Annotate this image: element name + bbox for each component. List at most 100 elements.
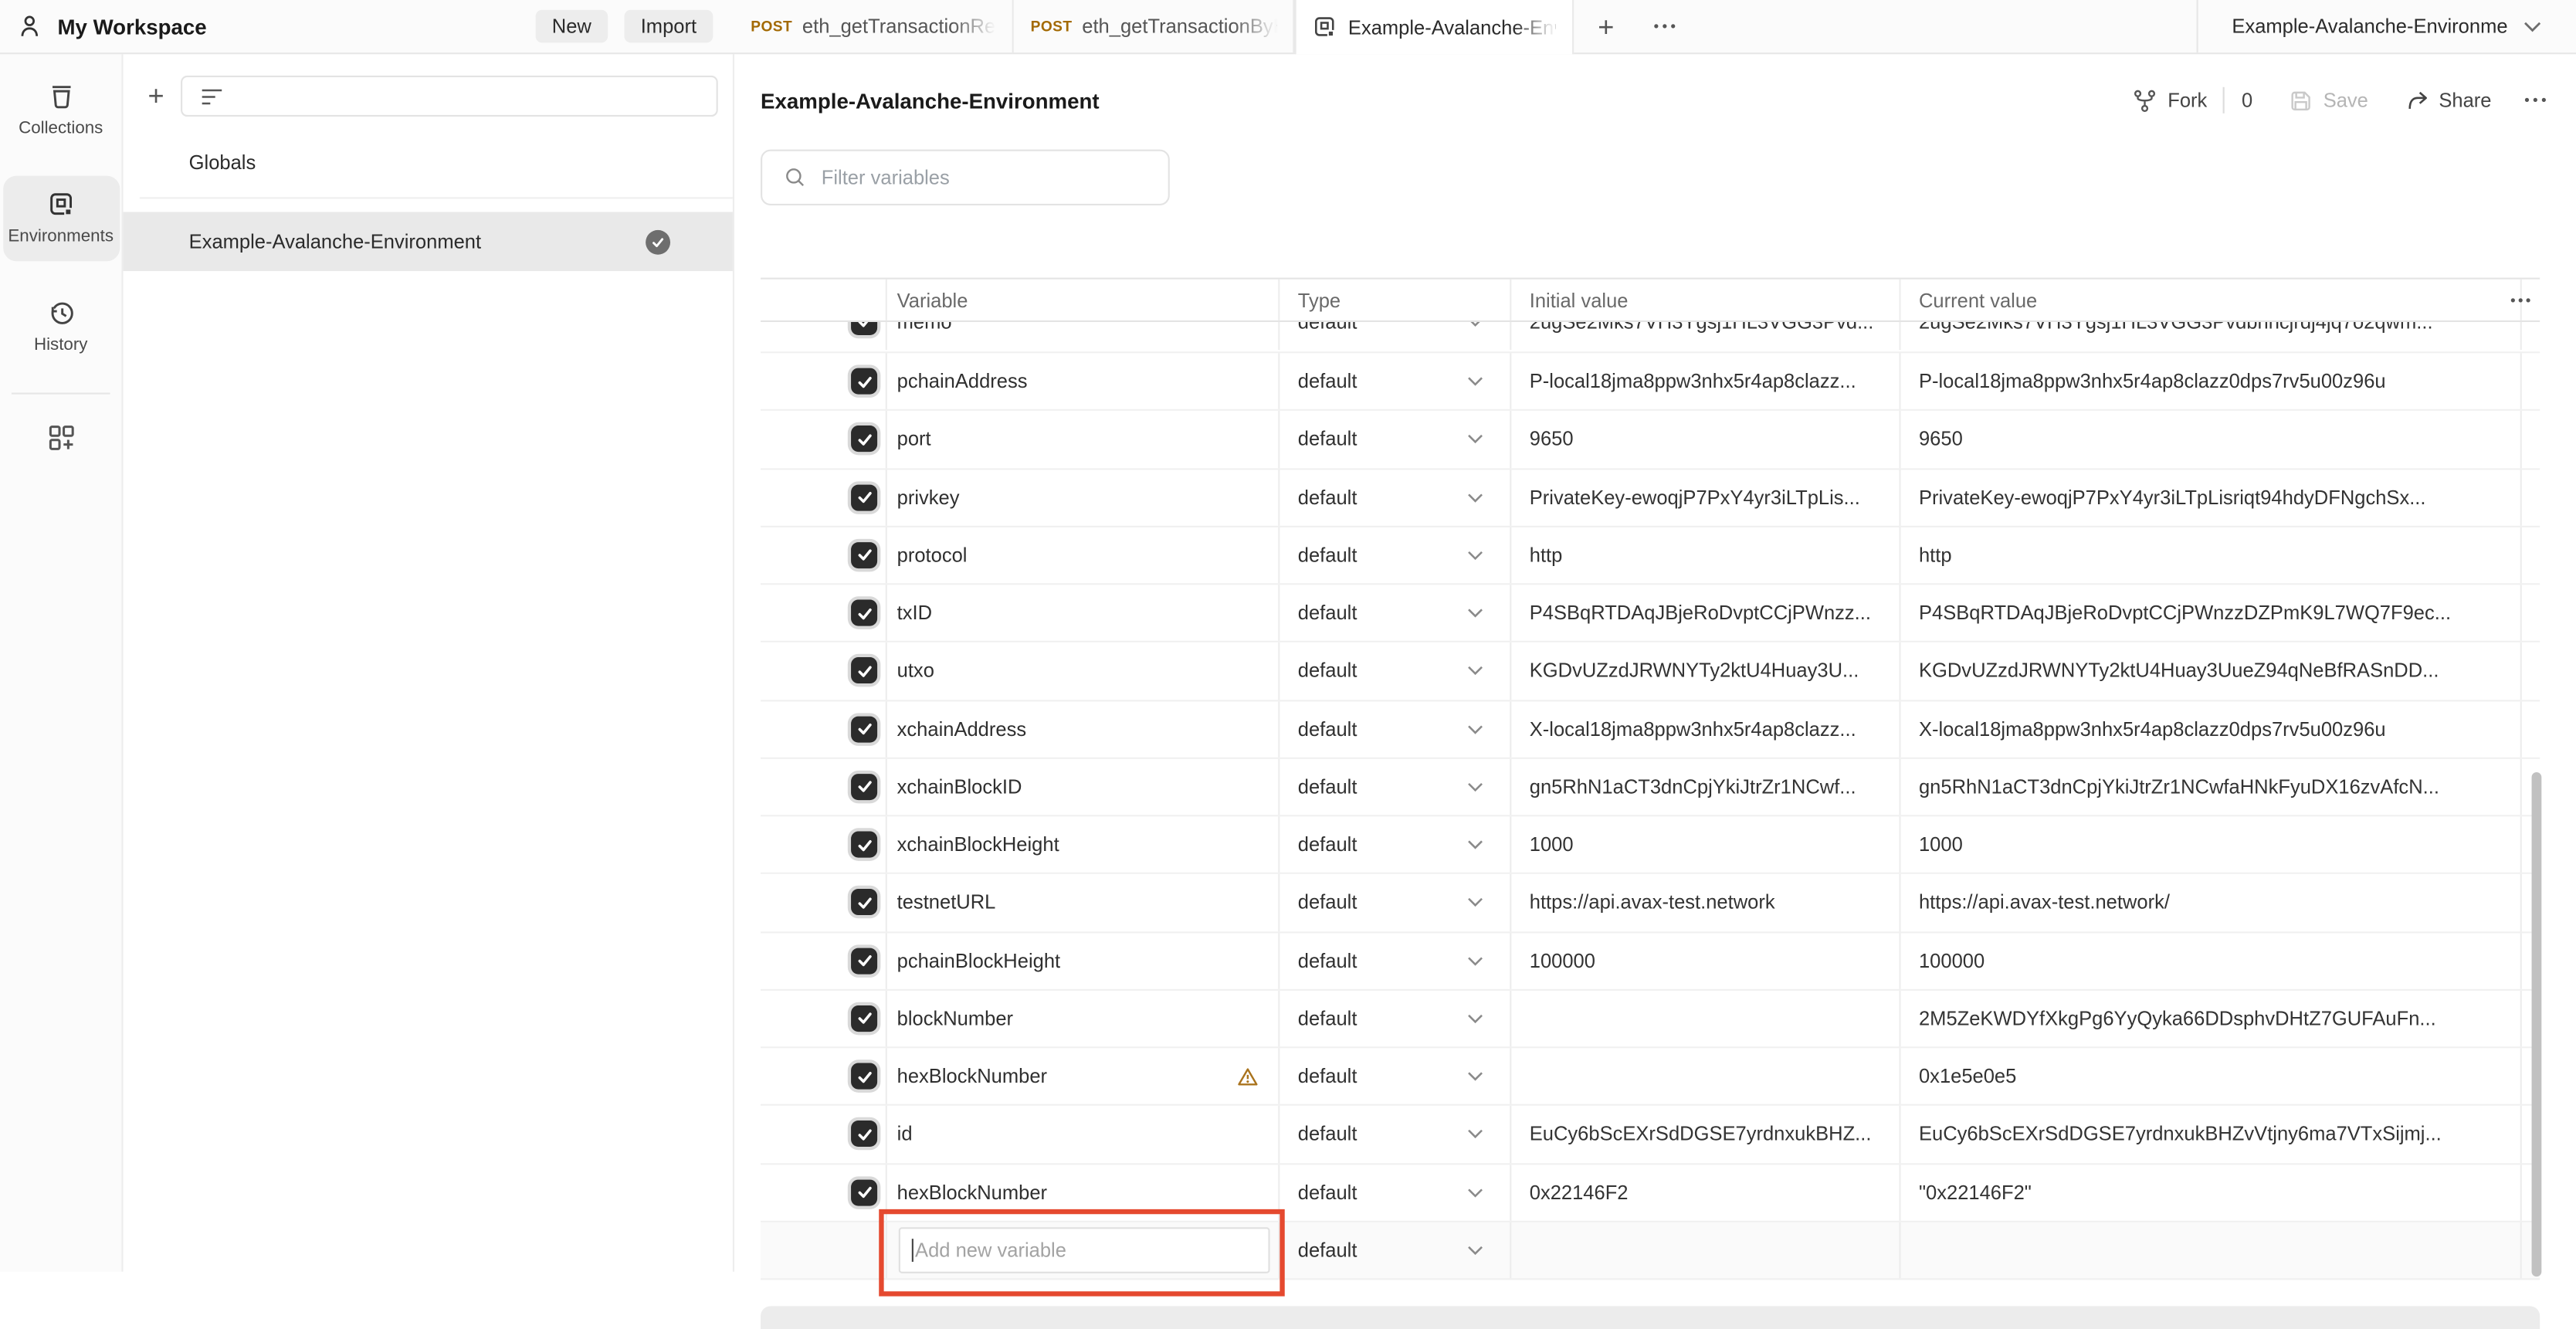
initial-value-cell[interactable]: 9650 bbox=[1511, 411, 1900, 467]
current-value-cell[interactable] bbox=[1901, 1222, 2522, 1278]
variable-type-dropdown[interactable]: default bbox=[1280, 700, 1511, 757]
save-button[interactable]: Save bbox=[2289, 88, 2368, 113]
initial-value-cell[interactable] bbox=[1511, 990, 1900, 1046]
row-checkbox[interactable] bbox=[851, 716, 877, 742]
sidebar-item-environments[interactable]: Environments bbox=[2, 176, 119, 262]
row-checkbox[interactable] bbox=[851, 832, 877, 858]
variable-type-dropdown[interactable]: default bbox=[1280, 816, 1511, 873]
table-options-icon[interactable]: ••• bbox=[2510, 292, 2534, 308]
initial-value-cell[interactable]: gn5RhN1aCT3dnCpjYkiJtrZr1NCwf... bbox=[1511, 758, 1900, 815]
row-checkbox[interactable] bbox=[851, 322, 877, 334]
current-value-cell[interactable]: PrivateKey-ewoqjP7PxY4yr3iLTpLisriqt94hd… bbox=[1901, 469, 2522, 525]
share-button[interactable]: Share bbox=[2405, 88, 2492, 113]
current-value-cell[interactable]: http bbox=[1901, 527, 2522, 583]
variable-type-dropdown[interactable]: default bbox=[1280, 411, 1511, 467]
initial-value-cell[interactable]: X-local18jma8ppw3nhx5r4ap8clazz... bbox=[1511, 700, 1900, 757]
initial-value-cell[interactable]: https://api.avax-test.network bbox=[1511, 874, 1900, 931]
variable-name-cell[interactable]: id bbox=[887, 1106, 1280, 1162]
initial-value-cell[interactable]: http bbox=[1511, 527, 1900, 583]
tab-request-2[interactable]: POST eth_getTransactionByHa bbox=[1014, 0, 1293, 53]
variable-type-dropdown[interactable]: default bbox=[1280, 1106, 1511, 1162]
initial-value-cell[interactable]: 1000 bbox=[1511, 816, 1900, 873]
initial-value-cell[interactable]: PrivateKey-ewoqjP7PxY4yr3iLTpLis... bbox=[1511, 469, 1900, 525]
current-value-cell[interactable]: 9650 bbox=[1901, 411, 2522, 467]
initial-value-cell[interactable]: KGDvUZzdJRWNYTy2ktU4Huay3U... bbox=[1511, 642, 1900, 699]
add-environment-button[interactable]: + bbox=[147, 82, 164, 110]
current-value-cell[interactable]: https://api.avax-test.network/ bbox=[1901, 874, 2522, 931]
variable-name-cell[interactable]: pchainAddress bbox=[887, 353, 1280, 409]
row-checkbox[interactable] bbox=[851, 600, 877, 626]
globals-item[interactable]: Globals bbox=[124, 117, 733, 197]
current-value-cell[interactable]: "0x22146F2" bbox=[1901, 1164, 2522, 1220]
configure-workspace-icon[interactable] bbox=[0, 422, 121, 453]
environment-selector[interactable]: Example-Avalanche-Environme bbox=[2197, 0, 2576, 53]
row-checkbox[interactable] bbox=[851, 1179, 877, 1205]
new-tab-icon[interactable]: + bbox=[1598, 12, 1614, 40]
active-environment-check-icon[interactable] bbox=[646, 229, 670, 254]
current-value-cell[interactable]: gn5RhN1aCT3dnCpjYkiJtrZr1NCwfaHNkFyuDX16… bbox=[1901, 758, 2522, 815]
variable-name-cell[interactable]: privkey bbox=[887, 469, 1280, 525]
current-value-cell[interactable]: X-local18jma8ppw3nhx5r4ap8clazz0dps7rv5u… bbox=[1901, 700, 2522, 757]
variable-name-cell[interactable]: xchainBlockHeight bbox=[887, 816, 1280, 873]
current-value-cell[interactable]: 100000 bbox=[1901, 932, 2522, 988]
add-variable-input[interactable]: Add new variable bbox=[899, 1227, 1270, 1273]
variable-name-cell[interactable]: testnetURL bbox=[887, 874, 1280, 931]
variable-name-cell[interactable]: memo bbox=[887, 322, 1280, 351]
initial-value-cell[interactable]: P-local18jma8ppw3nhx5r4ap8clazz... bbox=[1511, 353, 1900, 409]
sidebar-filter-input[interactable] bbox=[181, 76, 718, 117]
row-checkbox[interactable] bbox=[851, 1121, 877, 1148]
row-checkbox[interactable] bbox=[851, 948, 877, 974]
sidebar-item-collections[interactable]: Collections bbox=[2, 67, 119, 153]
variable-type-dropdown[interactable]: default bbox=[1280, 469, 1511, 525]
sidebar-item-history[interactable]: History bbox=[2, 284, 119, 370]
initial-value-cell[interactable]: P4SBqRTDAqJBjeRoDvptCCjPWnzz... bbox=[1511, 585, 1900, 641]
new-button[interactable]: New bbox=[536, 10, 608, 43]
variable-type-dropdown[interactable]: default bbox=[1280, 642, 1511, 699]
variable-type-dropdown[interactable]: default bbox=[1280, 527, 1511, 583]
initial-value-cell[interactable]: 0x22146F2 bbox=[1511, 1164, 1900, 1220]
tab-request-1[interactable]: POST eth_getTransactionRece bbox=[734, 0, 1014, 53]
variable-name-cell[interactable]: utxo bbox=[887, 642, 1280, 699]
variable-name-cell[interactable]: pchainBlockHeight bbox=[887, 932, 1280, 988]
variable-type-dropdown[interactable]: default bbox=[1280, 322, 1511, 351]
variable-type-dropdown[interactable]: default bbox=[1280, 758, 1511, 815]
bottom-scroll-track[interactable] bbox=[761, 1306, 2540, 1329]
variable-type-dropdown[interactable]: default bbox=[1280, 1048, 1511, 1104]
current-value-cell[interactable]: 2ugSe2Mks7VH3Ygsj1HL3VGG3Pvdbnhcjrdj4jq7… bbox=[1901, 322, 2522, 351]
variable-name-cell[interactable]: blockNumber bbox=[887, 990, 1280, 1046]
variable-name-cell[interactable]: protocol bbox=[887, 527, 1280, 583]
tab-environment-active[interactable]: Example-Avalanche-Envir bbox=[1294, 0, 1574, 54]
initial-value-cell[interactable]: 100000 bbox=[1511, 932, 1900, 988]
fork-count[interactable]: 0 bbox=[2242, 89, 2252, 112]
variable-type-dropdown[interactable]: default bbox=[1280, 353, 1511, 409]
more-actions-icon[interactable]: ••• bbox=[2524, 92, 2550, 108]
variable-type-dropdown[interactable]: default bbox=[1280, 932, 1511, 988]
variable-type-dropdown[interactable]: default bbox=[1280, 1222, 1511, 1278]
current-value-cell[interactable]: P4SBqRTDAqJBjeRoDvptCCjPWnzzDZPmK9L7WQ7F… bbox=[1901, 585, 2522, 641]
row-checkbox[interactable] bbox=[851, 890, 877, 916]
current-value-cell[interactable]: 2M5ZeKWDYfXkgPg6YyQyka66DDsphvDHtZ7GUFAu… bbox=[1901, 990, 2522, 1046]
row-checkbox[interactable] bbox=[851, 774, 877, 800]
environment-list-item-active[interactable]: Example-Avalanche-Environment bbox=[124, 212, 733, 271]
current-value-cell[interactable]: KGDvUZzdJRWNYTy2ktU4Huay3UueZ94qNeBfRASn… bbox=[1901, 642, 2522, 699]
variable-name-cell[interactable]: hexBlockNumber bbox=[887, 1164, 1280, 1220]
row-checkbox[interactable] bbox=[851, 426, 877, 453]
user-icon[interactable] bbox=[16, 13, 42, 39]
variable-type-dropdown[interactable]: default bbox=[1280, 874, 1511, 931]
filter-variables-input[interactable]: Filter variables bbox=[761, 150, 1170, 205]
row-checkbox[interactable] bbox=[851, 658, 877, 684]
row-checkbox[interactable] bbox=[851, 542, 877, 568]
warning-icon[interactable] bbox=[1237, 1066, 1259, 1087]
initial-value-cell[interactable]: EuCy6bScEXrSdDGSE7yrdnxukBHZ... bbox=[1511, 1106, 1900, 1162]
initial-value-cell[interactable]: 2ugSe2Mks7VH3Ygsj1HL3VGG3Pvd... bbox=[1511, 322, 1900, 351]
workspace-title[interactable]: My Workspace bbox=[57, 14, 206, 39]
row-checkbox[interactable] bbox=[851, 1005, 877, 1032]
tab-options-icon[interactable]: ••• bbox=[1654, 18, 1679, 34]
initial-value-cell[interactable] bbox=[1511, 1048, 1900, 1104]
row-checkbox[interactable] bbox=[851, 368, 877, 395]
current-value-cell[interactable]: EuCy6bScEXrSdDGSE7yrdnxukBHZvVtjny6ma7VT… bbox=[1901, 1106, 2522, 1162]
vertical-scrollbar[interactable] bbox=[2532, 772, 2542, 1276]
initial-value-cell[interactable] bbox=[1511, 1222, 1900, 1278]
variable-type-dropdown[interactable]: default bbox=[1280, 990, 1511, 1046]
fork-button[interactable]: Fork bbox=[2134, 88, 2208, 113]
